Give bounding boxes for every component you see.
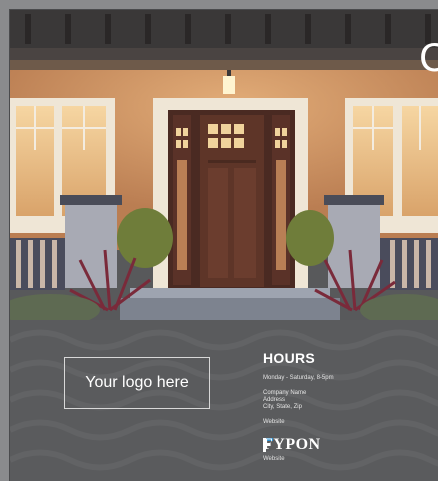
- fypon-logo: FYPON: [263, 436, 433, 454]
- headline-partial-letter: C: [419, 36, 438, 80]
- house-entry-photo: C: [10, 10, 438, 320]
- info-panel: Your logo here HOURS Monday - Saturday, …: [10, 320, 438, 481]
- logo-placeholder-text: Your logo here: [85, 374, 189, 391]
- flyer-card: C Your logo here HOURS Monday - Saturday…: [10, 10, 438, 481]
- company-address: Address: [263, 397, 286, 403]
- logo-placeholder: Your logo here: [64, 357, 210, 409]
- hours-heading: HOURS: [263, 350, 316, 366]
- company-name: Company Name: [263, 390, 307, 396]
- fypon-logo-text: FYPON: [263, 436, 321, 453]
- brand-website: Website: [263, 456, 285, 462]
- company-city-state-zip: City, State, Zip: [263, 404, 302, 410]
- company-website: Website: [263, 419, 285, 425]
- company-address-block: Company Name Address City, State, Zip: [263, 390, 433, 411]
- contact-column: HOURS Monday - Saturday, 8-5pm Company N…: [263, 350, 433, 463]
- hours-schedule: Monday - Saturday, 8-5pm: [263, 375, 334, 381]
